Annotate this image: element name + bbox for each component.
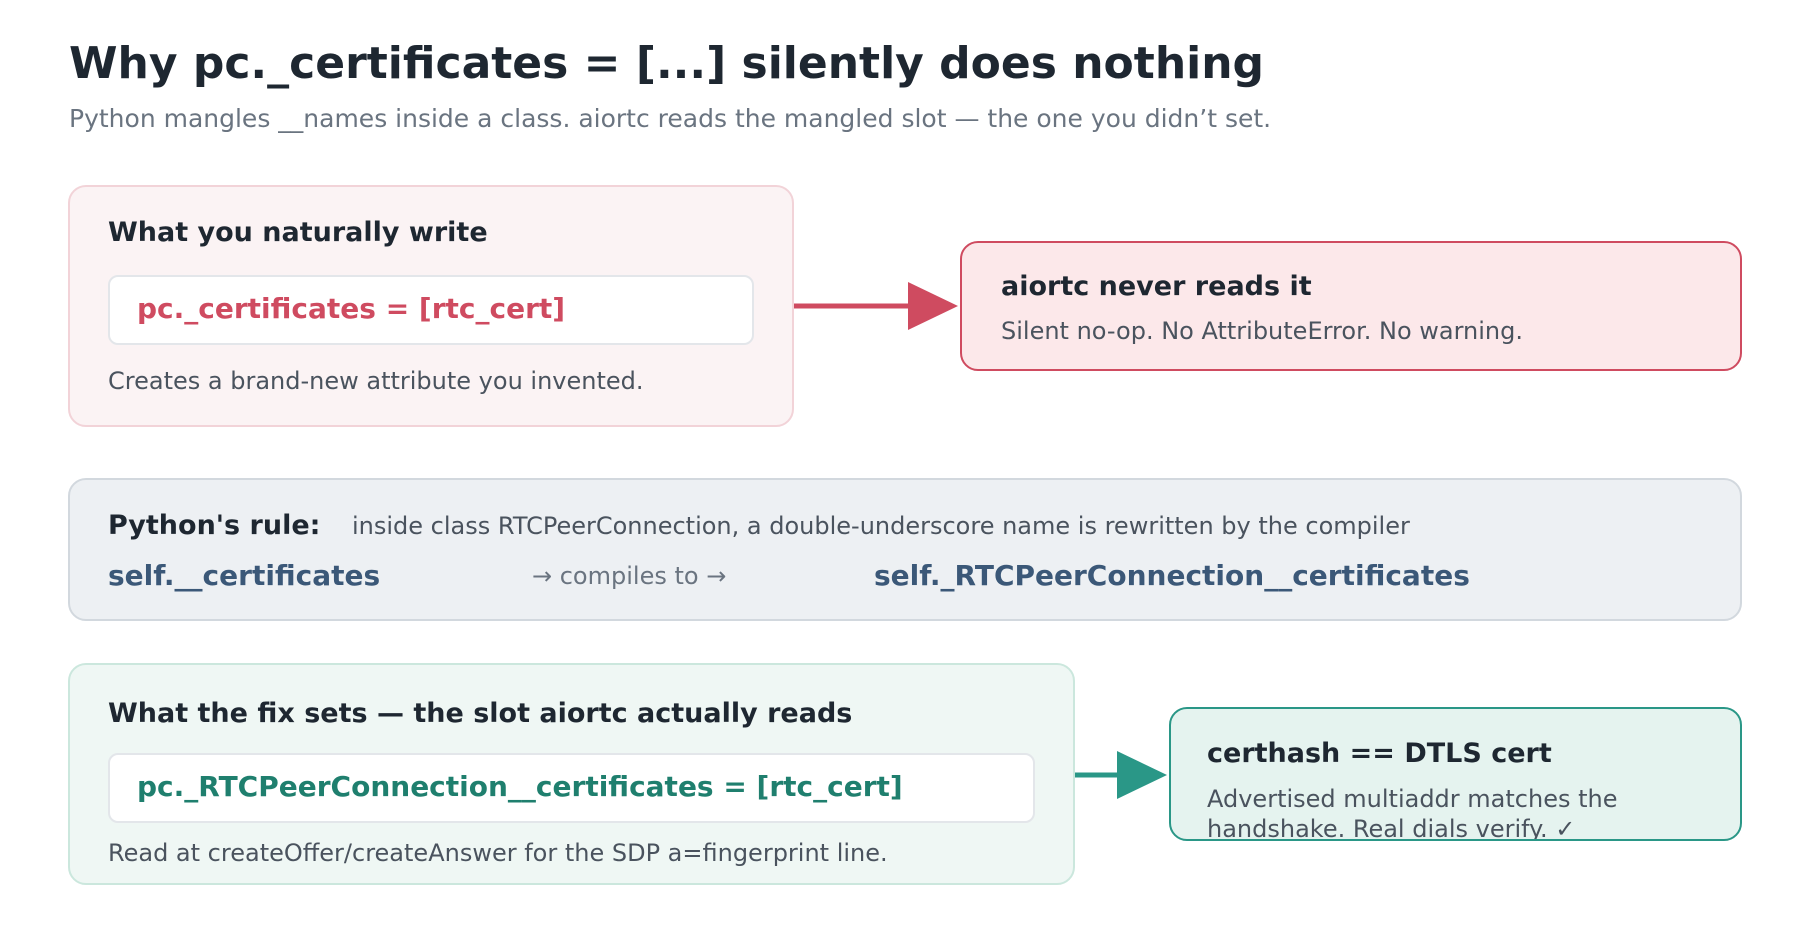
fix-result-heading: certhash == DTLS cert [1207,738,1552,769]
wrong-arrow [794,282,958,330]
page-title: Why pc._certificates = [...] silently do… [69,38,1265,89]
fix-arrow-head [1117,751,1167,799]
rule-text: inside class RTCPeerConnection, a double… [352,512,1410,540]
rule-label: Python's rule: [108,510,321,541]
fix-code-box: pc._RTCPeerConnection__certificates = [r… [108,753,1035,823]
wrong-code-box: pc._certificates = [rtc_cert] [108,275,754,345]
rule-compiles-to: → compiles to → [532,562,727,590]
wrong-approach-box: What you naturally write pc._certificate… [68,185,794,427]
fix-result-box: certhash == DTLS cert Advertised multiad… [1169,707,1742,841]
fix-result-line-2: handshake. Real dials verify. ✓ [1207,815,1576,839]
fix-code: pc._RTCPeerConnection__certificates = [r… [137,770,903,803]
fix-heading: What the fix sets — the slot aiortc actu… [108,698,853,729]
wrong-arrow-head [908,282,958,330]
wrong-approach-note: Creates a brand-new attribute you invent… [108,367,644,395]
fix-note: Read at createOffer/createAnswer for the… [108,839,888,867]
page-subtitle: Python mangles __names inside a class. a… [69,104,1272,133]
rule-mangled-name: self._RTCPeerConnection__certificates [874,559,1470,592]
fix-arrow [1075,751,1167,799]
wrong-approach-heading: What you naturally write [108,217,488,248]
python-rule-box: Python's rule: inside class RTCPeerConne… [68,478,1742,621]
rule-source-name: self.__certificates [108,559,381,592]
wrong-result-text: Silent no-op. No AttributeError. No warn… [1001,317,1523,345]
wrong-result-box: aiortc never reads it Silent no-op. No A… [960,241,1742,371]
fix-box: What the fix sets — the slot aiortc actu… [68,663,1075,885]
wrong-result-heading: aiortc never reads it [1001,271,1312,302]
wrong-code: pc._certificates = [rtc_cert] [137,292,566,325]
fix-result-line-1: Advertised multiaddr matches the [1207,785,1618,813]
